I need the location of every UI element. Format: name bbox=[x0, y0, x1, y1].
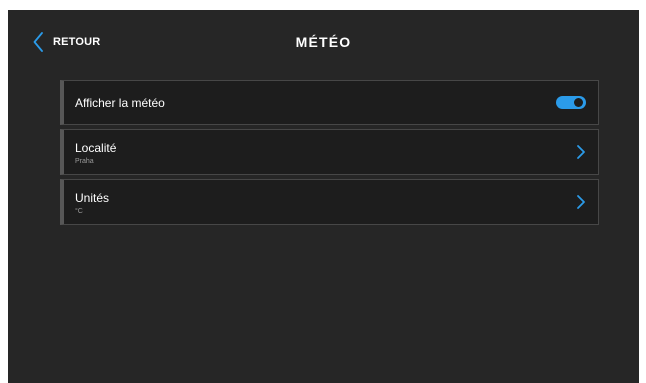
show-weather-label: Afficher la météo bbox=[75, 96, 165, 110]
units-label: Unités bbox=[75, 191, 110, 205]
location-label: Localité bbox=[75, 141, 117, 155]
show-weather-row[interactable]: Afficher la météo bbox=[60, 80, 599, 125]
units-value: °C bbox=[75, 208, 83, 215]
weather-settings-screen: RETOUR MÉTÉO Afficher la météo Localité … bbox=[8, 10, 639, 383]
chevron-right-icon bbox=[576, 194, 586, 210]
units-row[interactable]: Unités °C bbox=[60, 179, 599, 225]
show-weather-toggle[interactable] bbox=[556, 96, 586, 109]
page-title: MÉTÉO bbox=[295, 34, 352, 50]
chevron-right-icon bbox=[576, 144, 586, 160]
location-value: Praha bbox=[75, 158, 94, 165]
location-row[interactable]: Localité Praha bbox=[60, 129, 599, 175]
toggle-knob bbox=[574, 98, 583, 107]
